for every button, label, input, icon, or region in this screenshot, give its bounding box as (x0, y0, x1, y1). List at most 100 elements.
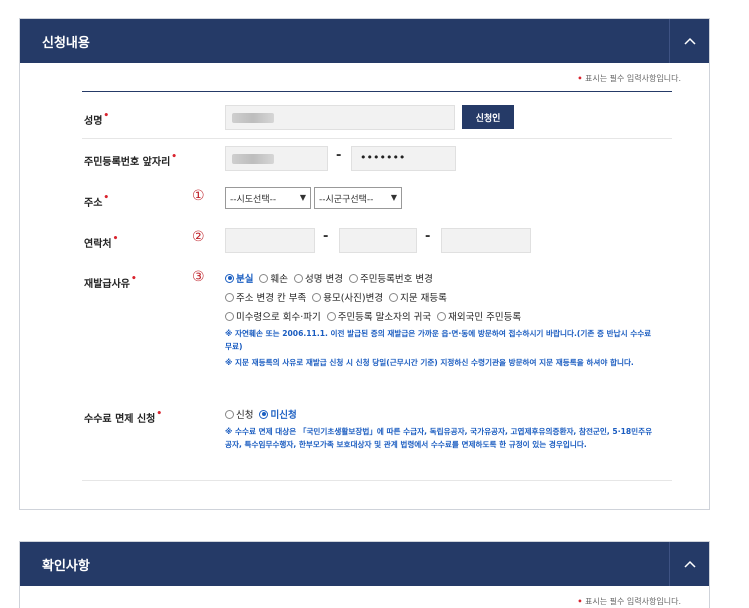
option-label: 주소 변경 칸 부족 (236, 293, 307, 304)
reason-radio-overseas[interactable]: 재외국민 주민등록 (437, 309, 521, 323)
radio-circle (293, 273, 303, 283)
applicant-button[interactable]: 신청인 (462, 105, 514, 129)
radio-circle (259, 409, 269, 419)
radio-circle (225, 311, 234, 321)
fee-label: 수수료 면제 신청• (84, 409, 163, 425)
option-label: 분실 (236, 274, 254, 285)
radio-circle (437, 311, 447, 321)
reason-radio-photo-change[interactable]: 용모(사진)변경 (312, 290, 383, 304)
marker-3: ③ (192, 269, 205, 285)
sigungu-value: --시군구선택-- (319, 194, 374, 205)
option-label: 성명 변경 (304, 274, 343, 285)
required-note-text: 표시는 필수 입력사항입니다. (585, 74, 681, 83)
radio-circle (326, 311, 336, 321)
name-label-text: 성명 (84, 116, 103, 127)
option-label: 미수령으로 회수·파기 (236, 312, 321, 323)
collapse-button[interactable] (669, 542, 709, 586)
option-label: 재외국민 주민등록 (448, 312, 522, 323)
fee-options: 신청 미신청 (225, 407, 297, 421)
header-divider (82, 91, 672, 92)
option-label: 주민등록 말소자의 귀국 (337, 312, 432, 323)
required-note: • 표시는 필수 입력사항입니다. (577, 596, 681, 607)
reason-label-text: 재발급사유 (84, 279, 130, 290)
confirmation-panel: 확인사항 • 표시는 필수 입력사항입니다. (19, 541, 710, 608)
rrn-label: 주민등록번호 앞자리• (84, 152, 178, 168)
phone-part1-input[interactable] (225, 228, 315, 253)
required-dot: • (577, 74, 583, 83)
reason-options-row1: 분실 훼손 성명 변경 주민등록번호 변경 (225, 271, 433, 285)
radio-circle (225, 292, 234, 302)
option-label: 신청 (236, 410, 254, 421)
required-dot: • (112, 234, 119, 244)
rrn-front-input[interactable] (225, 146, 328, 171)
radio-circle (225, 273, 234, 283)
reason-options-row3: 미수령으로 회수·파기 주민등록 말소자의 귀국 재외국민 주민등록 (225, 309, 521, 323)
reason-label: 재발급사유• (84, 274, 137, 290)
contact-dash-1: - (323, 229, 329, 244)
collapse-button[interactable] (669, 19, 709, 63)
fee-radio-apply[interactable]: 신청 (225, 407, 253, 421)
option-label: 훼손 (270, 274, 288, 285)
required-note: • 표시는 필수 입력사항입니다. (577, 73, 681, 84)
chevron-up-icon (683, 37, 696, 45)
panel-header: 신청내용 (20, 19, 709, 63)
row-divider (82, 480, 672, 481)
radio-circle (312, 292, 322, 302)
required-dot: • (103, 111, 110, 121)
contact-label-text: 연락처 (84, 239, 112, 250)
radio-circle (348, 273, 358, 283)
radio-circle (259, 273, 269, 283)
fee-label-text: 수수료 면제 신청 (84, 414, 156, 425)
rrn-back-input[interactable]: ••••••• (351, 146, 456, 171)
required-note-text: 표시는 필수 입력사항입니다. (585, 597, 681, 606)
reason-notice-2: ※ 지문 재등록의 사유로 재발급 신청 시 신청 당일(근무시간 기준) 지정… (225, 358, 634, 367)
phone-part3-input[interactable] (441, 228, 531, 253)
reason-radio-lost[interactable]: 분실 (225, 271, 253, 285)
chevron-up-icon (683, 560, 696, 568)
required-dot: • (103, 193, 110, 203)
required-dot: • (577, 597, 583, 606)
chevron-down-icon: ▼ (390, 193, 397, 202)
row-divider (82, 138, 672, 139)
required-dot: • (131, 274, 137, 284)
panel-title: 확인사항 (42, 558, 90, 574)
fee-notice: ※ 수수료 면제 대상은 「국민기초생활보장법」에 따른 수급자, 독립유공자,… (225, 427, 653, 449)
panel-title: 신청내용 (42, 35, 90, 51)
address-label: 주소• (84, 193, 110, 209)
option-label: 주민등록번호 변경 (359, 274, 433, 285)
required-dot: • (171, 152, 178, 162)
reason-notice-1: ※ 자연훼손 또는 2006.11.1. 이전 발급된 증의 재발급은 가까운 … (225, 329, 652, 351)
option-label: 지문 재등록 (400, 293, 447, 304)
rrn-label-text: 주민등록번호 앞자리 (84, 157, 171, 168)
option-label: 미신청 (270, 410, 297, 421)
panel-header: 확인사항 (20, 542, 709, 586)
reason-radio-unreceived[interactable]: 미수령으로 회수·파기 (225, 309, 321, 323)
application-panel: 신청내용 • 표시는 필수 입력사항입니다. 성명• 신청인 주민등록번호 앞자… (19, 18, 710, 510)
reason-radio-return[interactable]: 주민등록 말소자의 귀국 (326, 309, 432, 323)
reason-options-row2: 주소 변경 칸 부족 용모(사진)변경 지문 재등록 (225, 290, 447, 304)
name-input[interactable] (225, 105, 455, 130)
sido-value: --시도선택-- (230, 194, 277, 205)
phone-part2-input[interactable] (339, 228, 417, 253)
option-label: 용모(사진)변경 (323, 293, 384, 304)
reason-radio-name-change[interactable]: 성명 변경 (293, 271, 343, 285)
reason-radio-address-full[interactable]: 주소 변경 칸 부족 (225, 290, 306, 304)
marker-2: ② (192, 229, 205, 245)
radio-circle (389, 292, 399, 302)
chevron-down-icon: ▼ (299, 193, 306, 202)
marker-1: ① (192, 188, 205, 204)
reason-radio-rrn-change[interactable]: 주민등록번호 변경 (348, 271, 433, 285)
required-dot: • (156, 409, 163, 419)
reason-radio-fingerprint[interactable]: 지문 재등록 (389, 290, 447, 304)
radio-circle (225, 409, 234, 419)
rrn-dash: - (336, 148, 342, 163)
name-label: 성명• (84, 111, 110, 127)
fee-radio-no-apply[interactable]: 미신청 (259, 407, 297, 421)
contact-label: 연락처• (84, 234, 119, 250)
sigungu-select[interactable]: --시군구선택-- ▼ (314, 187, 402, 209)
masked-value: ••••••• (360, 151, 406, 164)
sido-select[interactable]: --시도선택-- ▼ (225, 187, 311, 209)
address-label-text: 주소 (84, 198, 103, 209)
page: 신청내용 • 표시는 필수 입력사항입니다. 성명• 신청인 주민등록번호 앞자… (0, 0, 749, 608)
reason-radio-damaged[interactable]: 훼손 (259, 271, 288, 285)
